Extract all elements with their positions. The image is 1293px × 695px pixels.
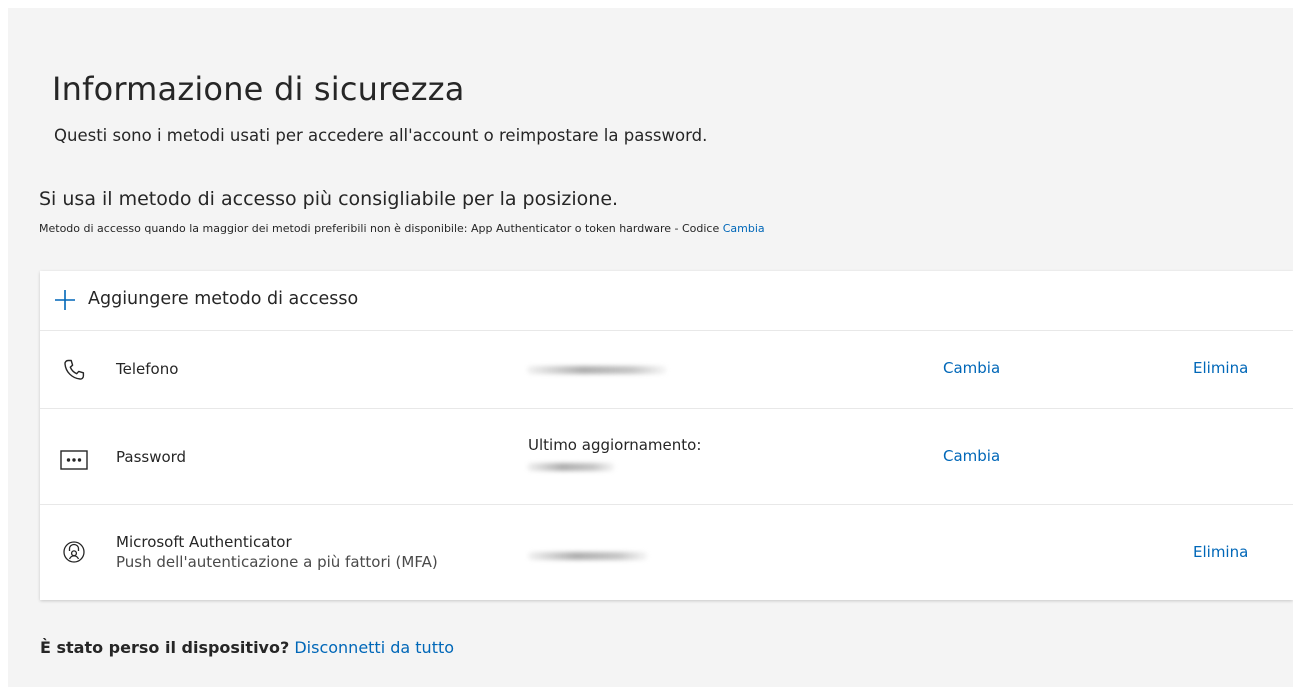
default-method-heading: Si usa il metodo di accesso più consigli… bbox=[39, 188, 619, 210]
method-row-authenticator: Microsoft Authenticator Push dell'autent… bbox=[40, 505, 1293, 600]
change-phone-link[interactable]: Cambia bbox=[943, 359, 1000, 377]
methods-card: Aggiungere metodo di accesso Telefono Ca… bbox=[40, 271, 1293, 600]
add-method-label: Aggiungere metodo di accesso bbox=[88, 289, 359, 309]
default-method-description: Metodo di accesso quando la maggior dei … bbox=[39, 222, 720, 235]
method-row-password: Password Ultimo aggiornamento: Cambia bbox=[40, 409, 1293, 505]
redacted-phone-number bbox=[527, 366, 667, 374]
plus-icon bbox=[55, 290, 75, 310]
default-method-change-link[interactable]: Cambia bbox=[723, 222, 765, 235]
delete-authenticator-link[interactable]: Elimina bbox=[1193, 543, 1248, 561]
password-last-updated-label: Ultimo aggiornamento: bbox=[528, 436, 702, 454]
default-method-note: Metodo di accesso quando la maggior dei … bbox=[39, 222, 765, 235]
method-row-phone: Telefono Cambia Elimina bbox=[40, 331, 1293, 409]
lost-device-footer: È stato perso il dispositivo? Disconnett… bbox=[40, 638, 454, 657]
authenticator-name: Microsoft Authenticator bbox=[116, 533, 292, 551]
phone-icon bbox=[64, 359, 85, 380]
authenticator-lock-icon bbox=[63, 541, 85, 563]
method-name: Telefono bbox=[116, 360, 179, 378]
password-dots-icon bbox=[60, 450, 88, 470]
delete-phone-link[interactable]: Elimina bbox=[1193, 359, 1248, 377]
page-title: Informazione di sicurezza bbox=[52, 70, 465, 108]
page-subtitle: Questi sono i metodi usati per accedere … bbox=[54, 126, 708, 145]
lost-device-question: È stato perso il dispositivo? bbox=[40, 638, 290, 657]
security-info-page: Informazione di sicurezza Questi sono i … bbox=[8, 8, 1293, 687]
sign-out-everywhere-link[interactable]: Disconnetti da tutto bbox=[294, 638, 454, 657]
change-password-link[interactable]: Cambia bbox=[943, 447, 1000, 465]
method-name: Password bbox=[116, 448, 187, 466]
redacted-update-date bbox=[527, 463, 615, 471]
add-method-button[interactable]: Aggiungere metodo di accesso bbox=[40, 271, 1293, 331]
method-name: Microsoft Authenticator Push dell'autent… bbox=[116, 532, 438, 572]
redacted-device-name bbox=[528, 552, 648, 560]
authenticator-subtitle: Push dell'autenticazione a più fattori (… bbox=[116, 553, 438, 571]
